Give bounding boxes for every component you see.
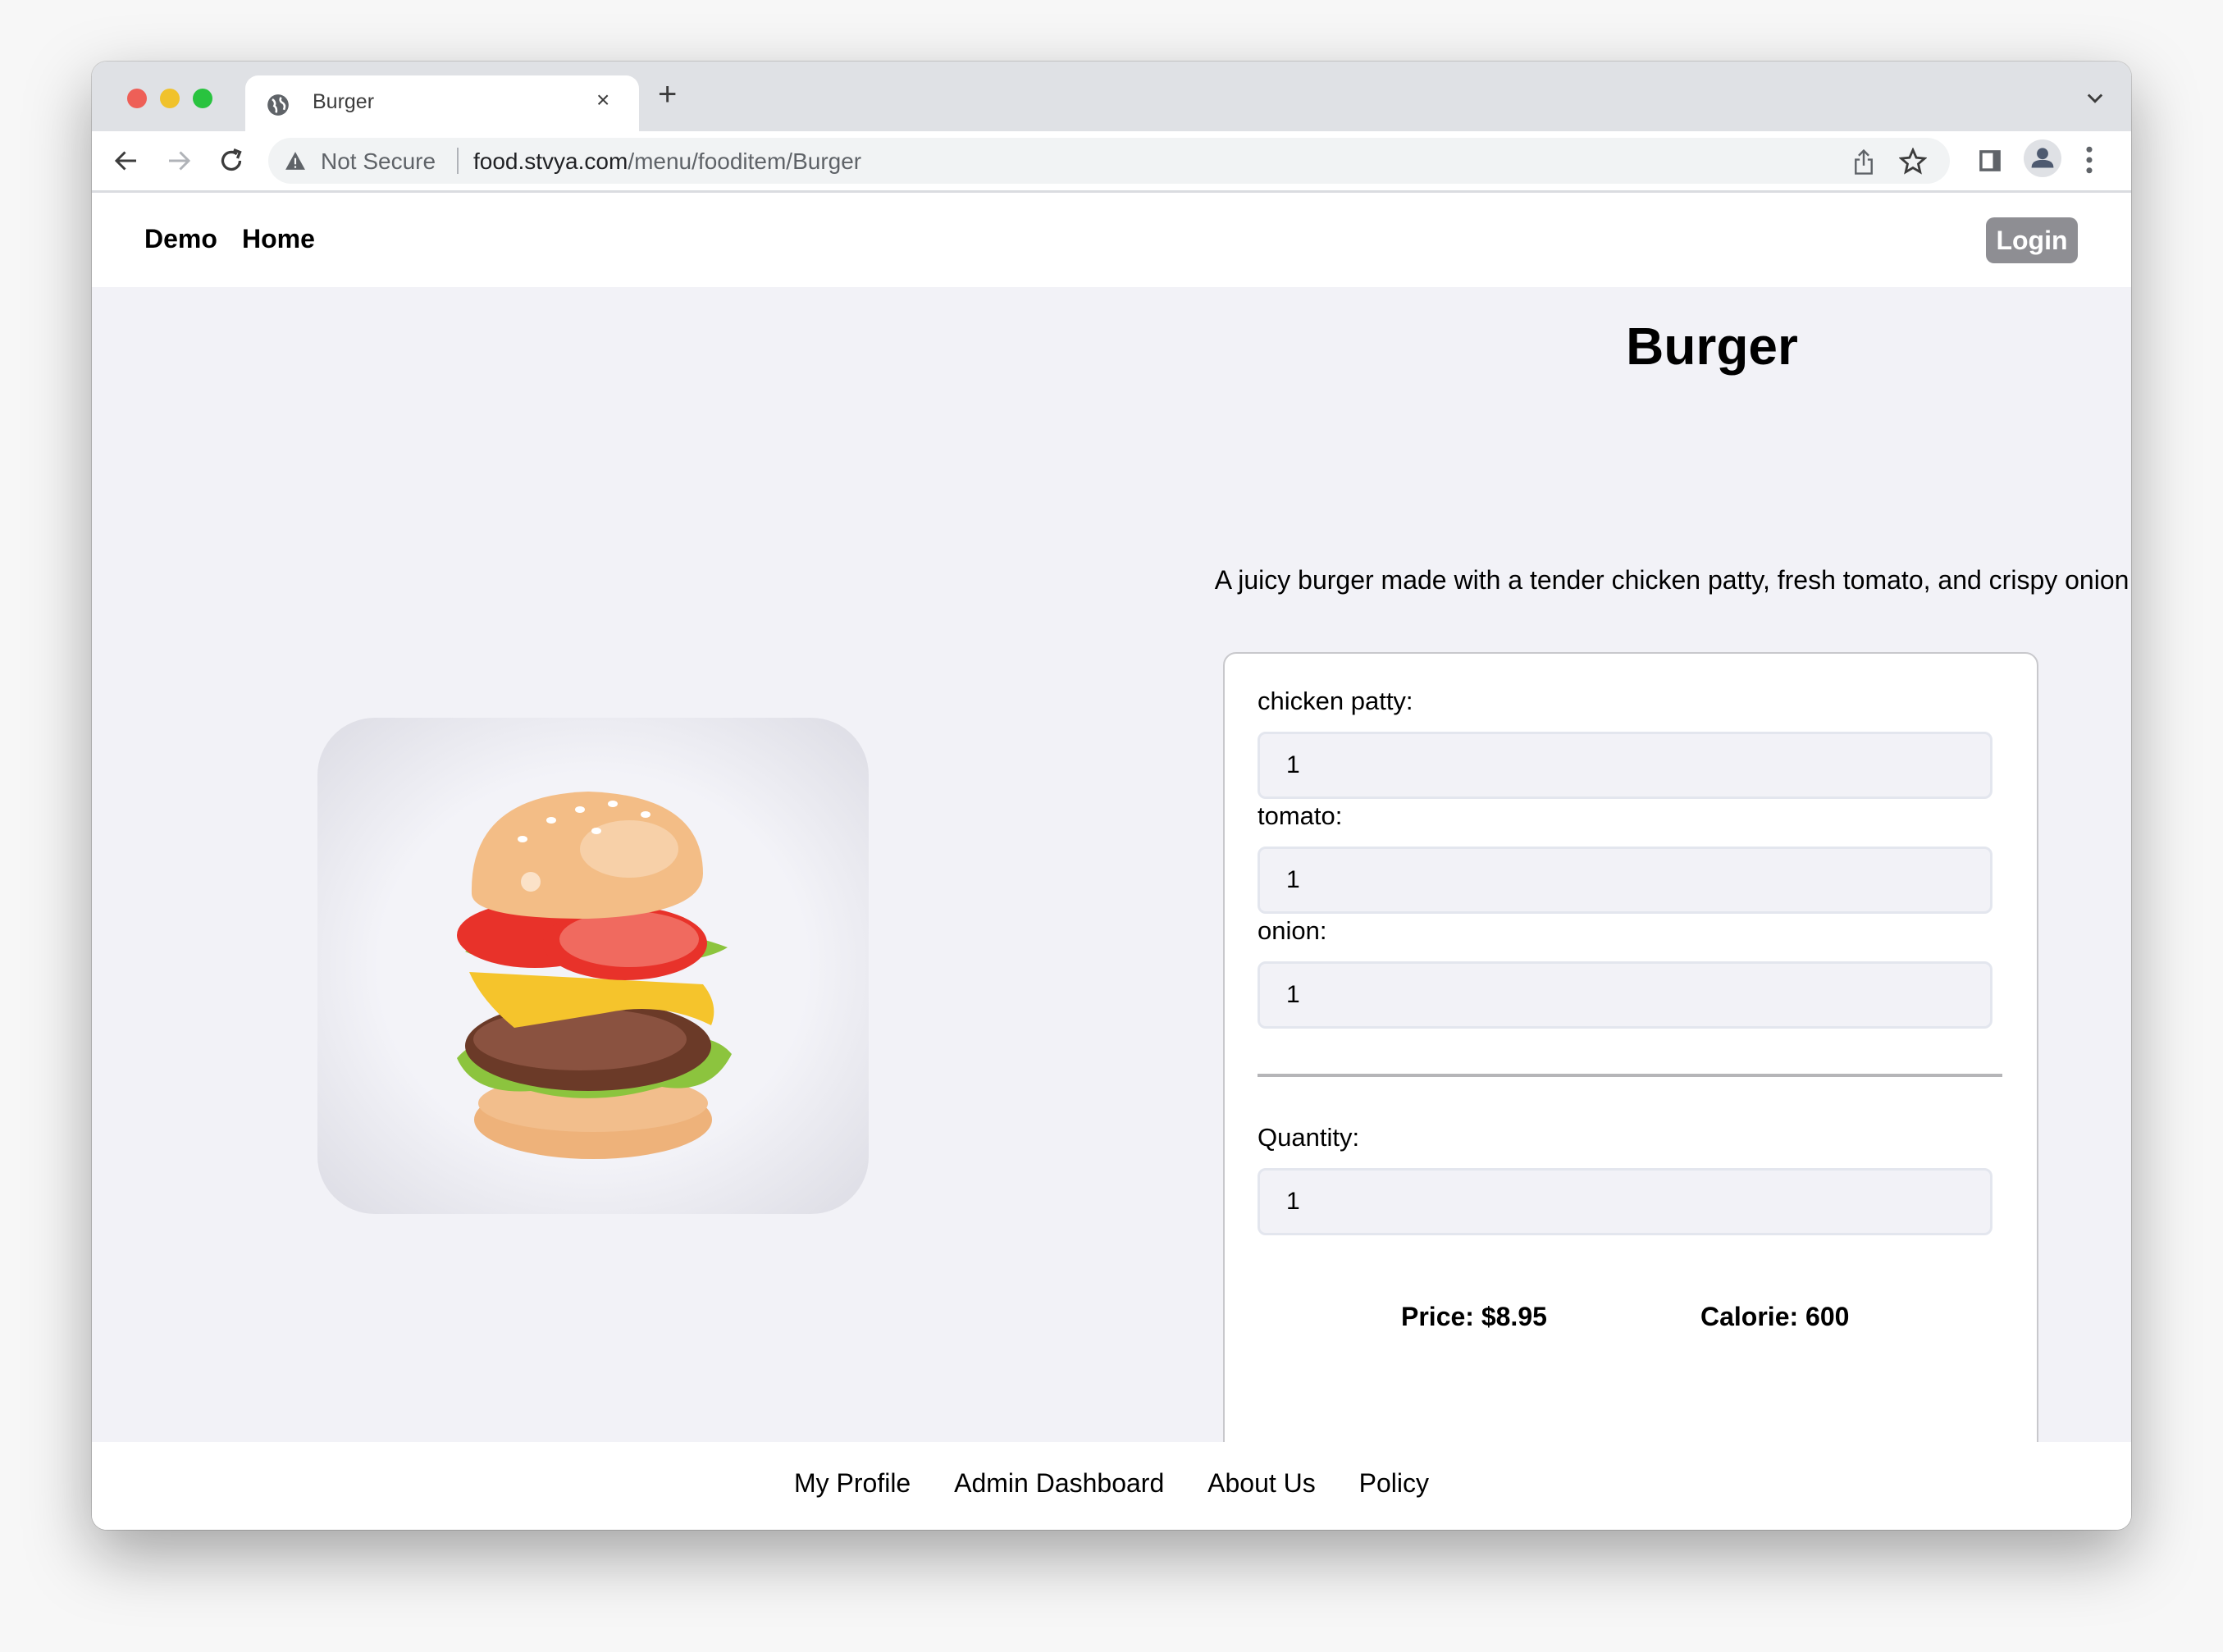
ingredient-label: chicken patty: bbox=[1258, 687, 1413, 715]
footer-link-my-profile[interactable]: My Profile bbox=[794, 1468, 911, 1498]
food-image bbox=[317, 718, 869, 1214]
person-icon bbox=[2031, 148, 2054, 168]
side-panel-icon[interactable] bbox=[1979, 149, 2002, 172]
tab-title: Burger bbox=[313, 90, 375, 113]
divider bbox=[1258, 1074, 2002, 1077]
close-window-button[interactable] bbox=[127, 89, 147, 108]
site-header: Demo Home Login bbox=[92, 193, 2131, 287]
nav-home-link[interactable]: Home bbox=[242, 224, 315, 254]
new-tab-button[interactable]: + bbox=[658, 78, 677, 111]
browser-toolbar: Not Secure food.stvya.com/menu/fooditem/… bbox=[92, 131, 2131, 193]
minimize-window-button[interactable] bbox=[160, 89, 180, 108]
maximize-window-button[interactable] bbox=[193, 89, 212, 108]
burger-illustration-icon bbox=[457, 792, 732, 1159]
chicken-patty-input[interactable] bbox=[1258, 732, 1992, 799]
browser-tab[interactable]: Burger × bbox=[245, 75, 639, 131]
brand-link[interactable]: Demo bbox=[144, 224, 217, 254]
footer-link-policy[interactable]: Policy bbox=[1359, 1468, 1429, 1498]
product-description: A juicy burger made with a tender chicke… bbox=[1214, 565, 2131, 595]
product-title: Burger bbox=[1626, 317, 1798, 376]
url-host: food.stvya.com bbox=[473, 148, 628, 174]
forward-icon[interactable] bbox=[164, 146, 194, 176]
more-vert-icon[interactable] bbox=[2085, 146, 2093, 174]
page-content: Demo Home Login Burger A juicy burger ma… bbox=[92, 193, 2131, 1530]
chevron-down-icon[interactable] bbox=[2084, 86, 2107, 109]
warning-icon[interactable] bbox=[285, 151, 306, 171]
reload-icon[interactable] bbox=[217, 146, 246, 176]
back-icon[interactable] bbox=[112, 146, 141, 176]
close-tab-icon[interactable]: × bbox=[596, 87, 609, 113]
calorie-text: Calorie: 600 bbox=[1700, 1302, 1850, 1331]
order-card: chicken patty: tomato: onion: Quantity: … bbox=[1223, 652, 2038, 1530]
login-button[interactable]: Login bbox=[1986, 217, 2078, 263]
site-footer: My Profile Admin Dashboard About Us Poli… bbox=[92, 1442, 2131, 1530]
profile-avatar[interactable] bbox=[2024, 139, 2061, 177]
security-status[interactable]: Not Secure bbox=[321, 148, 436, 175]
quantity-input[interactable] bbox=[1258, 1168, 1992, 1235]
footer-links: My Profile Admin Dashboard About Us Poli… bbox=[92, 1468, 2131, 1499]
tab-bar: Burger × + bbox=[92, 62, 2131, 131]
quantity-label: Quantity: bbox=[1258, 1123, 1360, 1152]
price-text: Price: $8.95 bbox=[1401, 1302, 1547, 1331]
share-icon[interactable] bbox=[1851, 148, 1876, 176]
footer-link-admin-dashboard[interactable]: Admin Dashboard bbox=[954, 1468, 1164, 1498]
url-path: /menu/fooditem/Burger bbox=[628, 148, 862, 174]
onion-input[interactable] bbox=[1258, 961, 1992, 1029]
url-text[interactable]: food.stvya.com/menu/fooditem/Burger bbox=[473, 148, 861, 175]
bookmark-star-icon[interactable] bbox=[1899, 148, 1927, 176]
globe-icon bbox=[267, 94, 289, 116]
address-bar[interactable]: Not Secure food.stvya.com/menu/fooditem/… bbox=[268, 138, 1950, 184]
footer-link-about-us[interactable]: About Us bbox=[1207, 1468, 1316, 1498]
browser-window: Burger × + Not Secure food.stvya.com/men… bbox=[92, 62, 2131, 1530]
ingredient-label: onion: bbox=[1258, 916, 1327, 945]
address-separator bbox=[457, 148, 459, 174]
tomato-input[interactable] bbox=[1258, 847, 1992, 914]
ingredient-label: tomato: bbox=[1258, 801, 1343, 830]
